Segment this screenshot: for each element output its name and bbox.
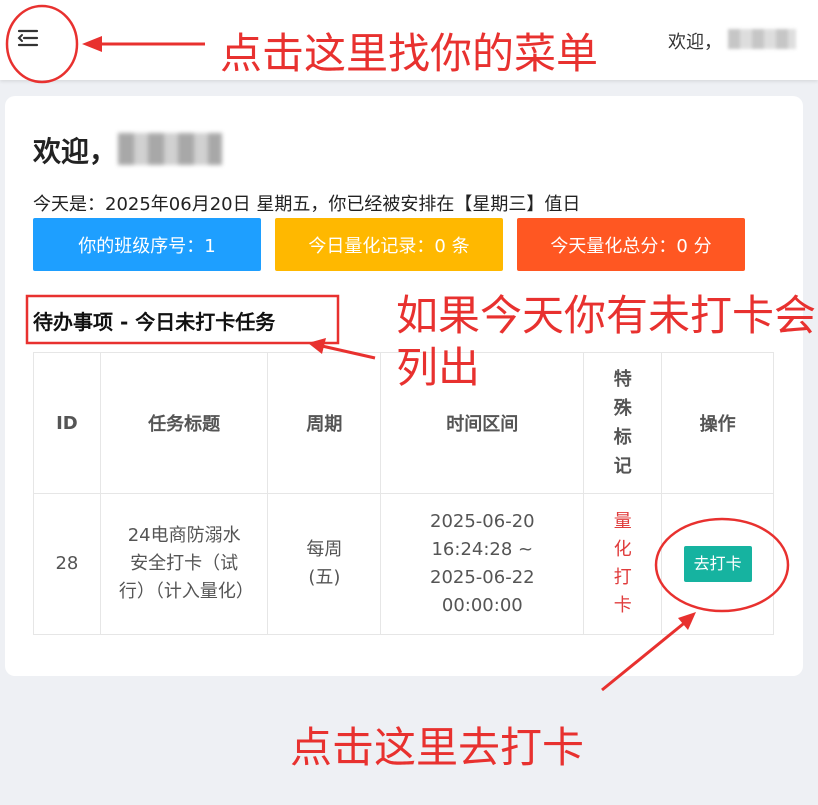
- col-period: 周期: [267, 352, 382, 494]
- task-table: ID 任务标题 周期 时间区间 特殊标记 操作 28 24电商防溺水安全打卡（试…: [33, 352, 774, 635]
- cell-special: 量化打卡: [583, 493, 663, 635]
- cell-id: 28: [33, 493, 101, 635]
- time-start: 2025-06-20 16:24:28 ~: [430, 511, 535, 560]
- header-welcome: 欢迎，: [668, 32, 722, 53]
- cell-period: 每周(五): [267, 493, 382, 635]
- greeting-heading: 欢迎，: [33, 135, 118, 168]
- today-info: 今天是：2025年06月20日 星期五，你已经被安排在【星期三】值日: [33, 194, 581, 215]
- cell-action: 去打卡: [661, 493, 774, 635]
- col-title: 任务标题: [99, 352, 269, 494]
- menu-hint-annotation: 点击这里找你的菜单: [220, 29, 599, 78]
- menu-fold-icon: [17, 29, 39, 47]
- today-score-button[interactable]: 今天量化总分：0 分: [517, 218, 745, 271]
- table-row: 28 24电商防溺水安全打卡（试行）（计入量化） 每周(五) 2025-06-2…: [33, 493, 774, 635]
- time-end: 2025-06-22 00:00:00: [430, 567, 535, 616]
- today-records-button[interactable]: 今日量化记录：0 条: [275, 218, 503, 271]
- todo-section-title: 待办事项 - 今日未打卡任务: [33, 310, 276, 334]
- todo-hint-annotation: 如果今天你有未打卡会列出: [396, 291, 817, 392]
- class-number-button[interactable]: 你的班级序号：1: [33, 218, 261, 271]
- menu-toggle-button[interactable]: [14, 24, 42, 52]
- cell-title: 24电商防溺水安全打卡（试行）（计入量化）: [99, 493, 269, 635]
- punch-hint-annotation: 点击这里去打卡: [290, 723, 585, 772]
- cell-time-range: 2025-06-20 16:24:28 ~ 2025-06-22 00:00:0…: [380, 493, 585, 635]
- punch-in-button[interactable]: 去打卡: [683, 546, 752, 582]
- col-id: ID: [33, 352, 101, 494]
- blurred-user-name: [118, 133, 222, 165]
- blurred-username: [728, 29, 796, 49]
